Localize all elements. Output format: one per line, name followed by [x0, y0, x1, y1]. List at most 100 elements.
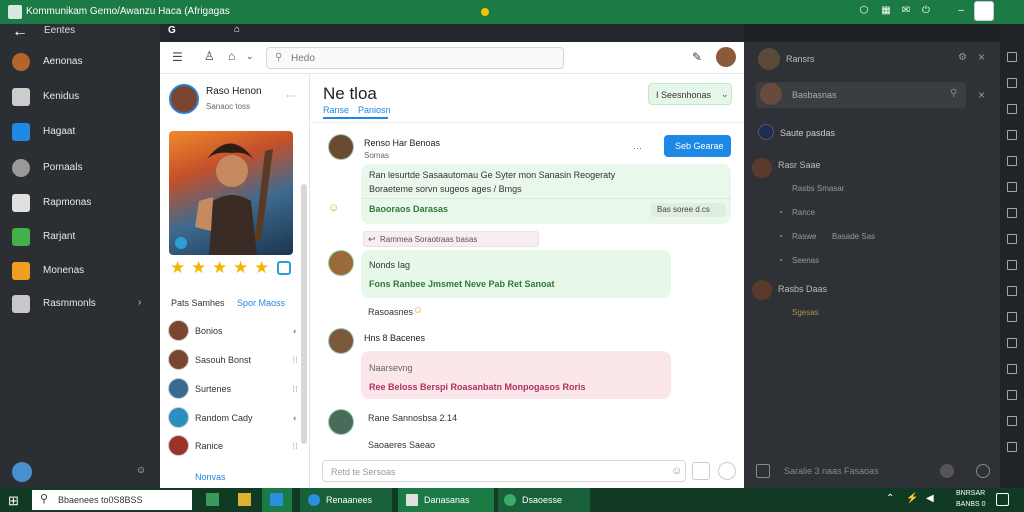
attach-icon[interactable]	[692, 462, 710, 480]
header-avatar[interactable]	[716, 47, 736, 67]
windows-start-icon[interactable]: ⊞	[8, 493, 19, 509]
smile-icon[interactable]: ☺	[136, 465, 146, 476]
rail-icon[interactable]	[1007, 130, 1017, 140]
taskbar-app[interactable]: Renaanees	[300, 488, 392, 512]
back-arrow-icon[interactable]: ←	[12, 23, 28, 41]
avatar[interactable]	[758, 48, 780, 70]
rail-icon[interactable]	[1007, 234, 1017, 244]
more-icon[interactable]: ⋯	[633, 143, 642, 154]
profile-avatar[interactable]	[169, 84, 199, 114]
share-icon[interactable]: ⬡	[858, 5, 870, 17]
taskbar-app[interactable]: Dsaoesse	[498, 488, 590, 512]
rail-icon[interactable]	[1007, 390, 1017, 400]
volume-icon[interactable]: ◀	[926, 493, 934, 504]
tray-up-icon[interactable]: ⌃	[886, 493, 894, 504]
folder-icon[interactable]	[238, 493, 251, 506]
rail-icon[interactable]	[1007, 208, 1017, 218]
rail-icon[interactable]	[1007, 52, 1017, 62]
follow-button[interactable]: Seb Gearae	[664, 135, 731, 157]
message-tag[interactable]: Bas soree d.cs	[651, 203, 726, 217]
bookmark-icon	[12, 88, 30, 106]
nav-item-hagaat[interactable]: Hagaat	[10, 121, 155, 143]
list-item[interactable]: Rance	[792, 208, 815, 217]
more-link[interactable]: Nonvas	[195, 472, 226, 482]
notify-icon[interactable]: ✉	[900, 5, 912, 17]
send-icon[interactable]	[718, 462, 736, 480]
more-icon[interactable]: ⋯	[286, 91, 296, 102]
close-icon[interactable]: ×	[978, 50, 985, 64]
list-item[interactable]: Sasouh Bonst ⁝⁝	[168, 349, 298, 371]
list-item[interactable]: Random Cady ◐	[168, 407, 298, 429]
tab-ranse[interactable]: Ranse	[323, 105, 349, 115]
nav-item-rarjant[interactable]: Rarjant	[10, 226, 155, 248]
taskbar-app[interactable]: Danasanas	[398, 488, 494, 512]
home-icon[interactable]: ⌂	[234, 24, 240, 35]
nav-item-rasmmonls[interactable]: Rasmmonls ›	[10, 293, 155, 315]
emoji-icon[interactable]	[940, 464, 954, 478]
rail-icon[interactable]	[1007, 182, 1017, 192]
rail-icon[interactable]	[1007, 104, 1017, 114]
clock-time[interactable]: BNRSAR	[956, 490, 985, 497]
nav-item-kenidus[interactable]: Kenidus	[10, 86, 155, 108]
emoji-icon[interactable]: ☺	[671, 465, 682, 477]
list-item[interactable]: Seenas	[792, 256, 819, 265]
user-avatar[interactable]	[12, 462, 32, 482]
tab-paniosn[interactable]: Paniosn	[358, 105, 391, 115]
nav-item-rapmonas[interactable]: Rapmonas	[10, 192, 155, 214]
status-chip[interactable]: I Seesnhonas ⌄	[648, 83, 732, 105]
search-input[interactable]: ⚲ Hedo	[266, 47, 564, 69]
message-author: Hns 8 Bacenes	[364, 333, 426, 343]
bell-icon[interactable]: ♙	[204, 49, 215, 63]
rail-icon[interactable]	[1007, 260, 1017, 270]
group-icon	[758, 124, 774, 140]
rail-icon[interactable]	[1007, 338, 1017, 348]
status-icon: ◐	[292, 413, 298, 423]
list-item[interactable]: Surtenes ⁝⁝	[168, 378, 298, 400]
reaction-bar[interactable]: ↩ Rammea Soraotraas basas	[363, 231, 539, 247]
rail-icon[interactable]	[1007, 286, 1017, 296]
settings-icon[interactable]: ⚙	[958, 52, 967, 63]
chevron-down-icon[interactable]: ⌄	[246, 51, 254, 62]
power-icon[interactable]: ⏻	[920, 5, 932, 17]
compose-icon[interactable]: ⌂	[228, 49, 235, 63]
clock-date[interactable]: BANBS 0	[956, 501, 986, 508]
rail-icon[interactable]	[1007, 312, 1017, 322]
rail-icon[interactable]	[1007, 78, 1017, 88]
divider	[310, 122, 744, 123]
scrollbar[interactable]	[301, 184, 307, 444]
minimize-icon[interactable]: –	[955, 5, 967, 17]
list-item[interactable]: Raswe	[792, 232, 816, 241]
network-icon[interactable]: ⚡	[906, 493, 918, 504]
list-item[interactable]: Rasr Saae	[778, 160, 821, 170]
panel-search[interactable]: Basbasnas ⚲	[756, 82, 966, 108]
emoji-icon[interactable]: ☺	[328, 202, 339, 214]
send-icon[interactable]	[976, 464, 990, 478]
rail-icon[interactable]	[1007, 416, 1017, 426]
star-icon: ★	[191, 258, 207, 277]
attach-icon[interactable]	[756, 464, 770, 478]
rail-icon[interactable]	[1007, 156, 1017, 166]
app-icon[interactable]	[206, 493, 219, 506]
pin-icon[interactable]: ✎	[692, 50, 702, 64]
list-item[interactable]: Ranice ⁝⁝	[168, 435, 298, 457]
avatar	[752, 280, 772, 300]
refresh-icon[interactable]: G	[168, 25, 176, 36]
nav-item-pornaals[interactable]: Pornaals	[10, 157, 155, 179]
menu-icon[interactable]: ☰	[172, 50, 183, 64]
section-link[interactable]: Spor Maoss	[237, 298, 285, 308]
message-input[interactable]: Retd te Sersoas ☺	[322, 460, 686, 482]
app-grid-icon[interactable]: ▦	[880, 5, 892, 17]
taskbar-search[interactable]: ⚲ Bbaenees to0S8BSS	[32, 490, 192, 510]
list-item[interactable]: Rasbs Daas	[778, 284, 827, 294]
panel-composer[interactable]: Saralie 3 naas Fasaoas	[784, 466, 879, 476]
rail-icon[interactable]	[1007, 442, 1017, 452]
notification-icon[interactable]	[996, 493, 1009, 506]
emoji-icon[interactable]: ☺	[413, 305, 423, 316]
nav-item-aenonas[interactable]: Aenonas	[10, 51, 155, 73]
list-item[interactable]: Bonios ◐	[168, 320, 298, 342]
taskbar-app[interactable]	[262, 488, 292, 512]
nav-item-monenas[interactable]: Monenas	[10, 260, 155, 282]
avatar[interactable]	[974, 1, 994, 21]
rail-icon[interactable]	[1007, 364, 1017, 374]
close-icon[interactable]: ×	[978, 88, 985, 102]
